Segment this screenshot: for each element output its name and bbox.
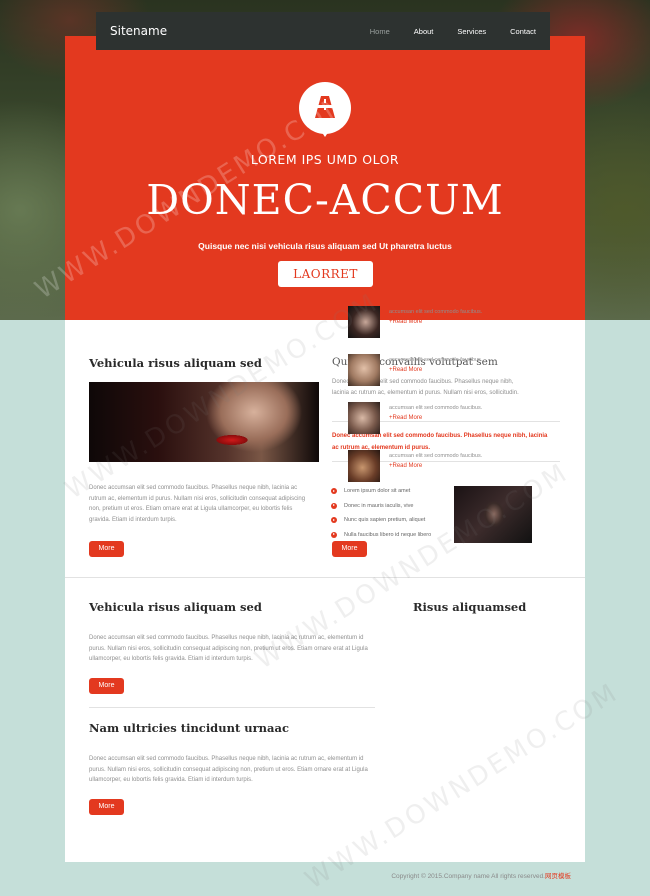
- read-more-link[interactable]: +Read More: [389, 319, 482, 325]
- section-divider: [65, 577, 585, 578]
- list-item: Donec in mauris iaculis, vive: [331, 499, 451, 514]
- sidebar-thumbnail[interactable]: [348, 450, 380, 482]
- nav-item-contact[interactable]: Contact: [510, 27, 536, 36]
- arrow-circle-icon: [331, 517, 337, 524]
- read-more-link[interactable]: +Read More: [389, 367, 482, 373]
- list-item: Nunc quis sapien pretium, aliquet: [331, 513, 451, 528]
- arrow-circle-icon: [331, 502, 337, 509]
- hero-badge: [299, 82, 351, 137]
- sidebar-list: accumsan elit sed commodo faucibus. +Rea…: [348, 306, 508, 498]
- footer-link[interactable]: 网页模板: [545, 873, 571, 880]
- article2-text: Donec accumsan elit sed commodo faucibus…: [89, 756, 368, 783]
- sidebar-item-text: accumsan elit sed commodo faucibus.: [389, 453, 483, 459]
- sidebar-item-body: accumsan elit sed commodo faucibus. +Rea…: [389, 306, 482, 354]
- read-more-link[interactable]: +Read More: [389, 415, 482, 421]
- section1-right-more-button[interactable]: More: [332, 541, 367, 557]
- sidebar-item-body: accumsan elit sed commodo faucibus. +Rea…: [389, 402, 482, 450]
- sidebar-thumbnail[interactable]: [348, 306, 380, 338]
- list-item-label: Nunc quis sapien pretium, aliquet: [344, 517, 426, 524]
- nav-links: Home About Services Contact: [346, 27, 536, 36]
- article1-more-button[interactable]: More: [89, 678, 124, 694]
- lips-image: [89, 382, 319, 462]
- hero-title: DONEC-ACCUM: [146, 176, 504, 224]
- list-item-label: Donec in mauris iaculis, vive: [344, 502, 414, 509]
- sidebar-item: accumsan elit sed commodo faucibus. +Rea…: [348, 402, 508, 450]
- read-more-link[interactable]: +Read More: [389, 463, 482, 469]
- hero-tagline: Quisque nec nisi vehicula risus aliquam …: [198, 241, 452, 251]
- arrow-circle-icon: [331, 488, 337, 495]
- site-name[interactable]: Sitename: [110, 24, 346, 38]
- sidebar-item-text: accumsan elit sed commodo faucibus.: [389, 405, 483, 411]
- nav-item-home[interactable]: Home: [370, 27, 390, 36]
- section1-left-more-button[interactable]: More: [89, 541, 124, 557]
- sidebar-item: accumsan elit sed commodo faucibus. +Rea…: [348, 450, 508, 498]
- hero-banner: LOREM IPS UMD OLOR DONEC-ACCUM Quisque n…: [65, 36, 585, 320]
- hero-subtitle: LOREM IPS UMD OLOR: [250, 152, 400, 167]
- sidebar-item-text: accumsan elit sed commodo faucibus.: [389, 357, 483, 363]
- sidebar-item: accumsan elit sed commodo faucibus. +Rea…: [348, 306, 508, 354]
- sidebar-item-text: accumsan elit sed commodo faucibus.: [389, 309, 483, 315]
- article2-heading: Nam ultricies tincidunt urnaac: [89, 721, 289, 735]
- nav-item-about[interactable]: About: [414, 27, 434, 36]
- copyright-text: Copyright © 2015.Company name All rights…: [391, 870, 571, 880]
- footer: Copyright © 2015.Company name All rights…: [65, 862, 585, 896]
- article2-more-button[interactable]: More: [89, 799, 124, 815]
- sidebar-item: accumsan elit sed commodo faucibus. +Rea…: [348, 354, 508, 402]
- sidebar-heading: Risus aliquamsed: [413, 600, 527, 614]
- top-navbar: Sitename Home About Services Contact: [96, 12, 550, 50]
- list-item: Nulla faucibus libero id neque libero: [331, 528, 451, 543]
- sidebar-thumbnail[interactable]: [348, 354, 380, 386]
- road-icon: [315, 96, 335, 118]
- sidebar-item-body: accumsan elit sed commodo faucibus. +Rea…: [389, 354, 482, 402]
- sidebar-item-body: accumsan elit sed commodo faucibus. +Rea…: [389, 450, 482, 498]
- section1-left-heading: Vehicula risus aliquam sed: [89, 356, 262, 370]
- section1-left-text: Donec accumsan elit sed commodo faucibus…: [89, 485, 306, 523]
- article1-text: Donec accumsan elit sed commodo faucibus…: [89, 635, 368, 662]
- nav-item-services[interactable]: Services: [457, 27, 486, 36]
- article1-heading: Vehicula risus aliquam sed: [89, 600, 262, 614]
- sidebar-thumbnail[interactable]: [348, 402, 380, 434]
- article-divider: [89, 707, 375, 708]
- arrow-circle-icon: [331, 531, 337, 538]
- list-item-label: Nulla faucibus libero id neque libero: [344, 531, 432, 538]
- hero-button[interactable]: LAORRET: [278, 261, 373, 287]
- copyright-label: Copyright © 2015.Company name All rights…: [391, 873, 545, 880]
